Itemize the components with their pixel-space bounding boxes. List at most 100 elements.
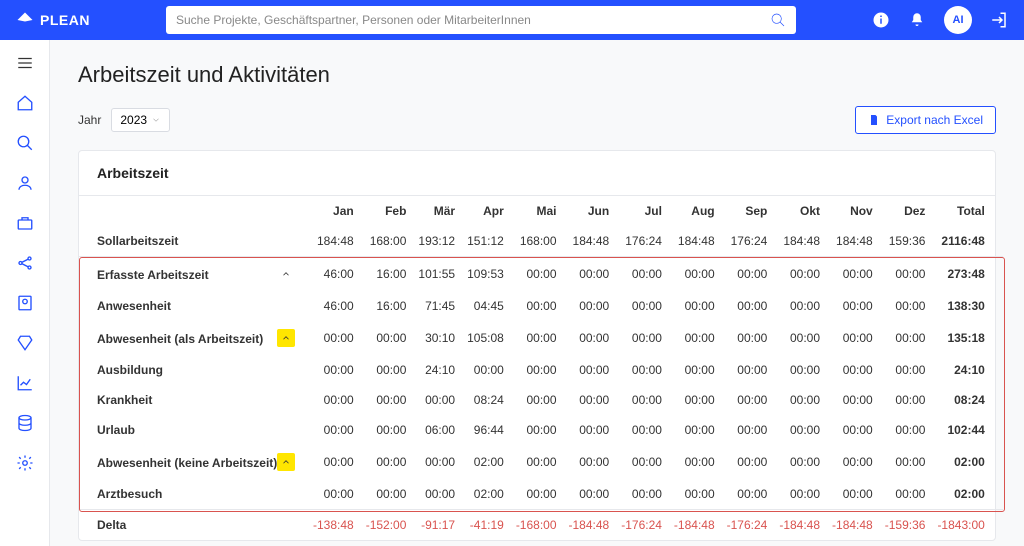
cell: 00:00 <box>563 415 616 445</box>
brand-text: PLEAN <box>40 12 90 28</box>
cell: 00:00 <box>721 257 774 292</box>
cell: 105:08 <box>461 321 510 355</box>
search-input[interactable] <box>176 13 770 27</box>
info-icon[interactable] <box>872 11 890 29</box>
month-header: Sep <box>721 196 774 226</box>
wing-icon <box>16 11 34 29</box>
row-label: Anwesenheit <box>79 291 307 321</box>
row-label: Arztbesuch <box>79 479 307 510</box>
cell: -41:19 <box>461 510 510 541</box>
cell: 00:00 <box>615 415 668 445</box>
cell: 00:00 <box>510 291 563 321</box>
cell: 00:00 <box>510 445 563 479</box>
cell: 71:45 <box>412 291 461 321</box>
cell: 193:12 <box>412 226 461 257</box>
person-icon[interactable] <box>16 174 34 192</box>
cell: 00:00 <box>879 321 932 355</box>
chevron-up-icon[interactable] <box>277 453 295 471</box>
cell: 02:00 <box>461 445 510 479</box>
cell: 00:00 <box>721 445 774 479</box>
year-value: 2023 <box>120 113 147 127</box>
cell: 00:00 <box>563 445 616 479</box>
cell: 00:00 <box>879 355 932 385</box>
hamburger-icon[interactable] <box>16 54 34 72</box>
cell: 00:00 <box>773 415 826 445</box>
worktime-table: JanFebMärAprMaiJunJulAugSepOktNovDezTota… <box>79 196 1003 540</box>
year-select[interactable]: 2023 <box>111 108 170 132</box>
cell: -91:17 <box>412 510 461 541</box>
brand-logo[interactable]: PLEAN <box>16 11 90 29</box>
row-label: Ausbildung <box>79 355 307 385</box>
cell: 02:00 <box>931 445 1002 479</box>
cell: 00:00 <box>412 385 461 415</box>
cell: 168:00 <box>360 226 413 257</box>
search-icon <box>770 12 786 28</box>
global-search[interactable] <box>166 6 796 34</box>
cell: 00:00 <box>721 291 774 321</box>
contact-icon[interactable] <box>16 294 34 312</box>
row-label: Erfasste Arbeitszeit <box>79 257 307 292</box>
cell: 00:00 <box>360 321 413 355</box>
month-header: Aug <box>668 196 721 226</box>
month-header: Jan <box>307 196 360 226</box>
month-header: Total <box>931 196 1002 226</box>
cell: 273:48 <box>931 257 1002 292</box>
share-icon[interactable] <box>16 254 34 272</box>
gear-icon[interactable] <box>16 454 34 472</box>
logout-icon[interactable] <box>990 11 1008 29</box>
cell: 00:00 <box>668 479 721 510</box>
month-header: Nov <box>826 196 879 226</box>
cell: 00:00 <box>826 415 879 445</box>
month-header: Mai <box>510 196 563 226</box>
cell: 00:00 <box>360 479 413 510</box>
row-label: Abwesenheit (keine Arbeitszeit) <box>79 445 307 479</box>
cell: 176:24 <box>615 226 668 257</box>
user-avatar[interactable]: AI <box>944 6 972 34</box>
diamond-icon[interactable] <box>16 334 34 352</box>
cell: 00:00 <box>826 291 879 321</box>
cell: 184:48 <box>826 226 879 257</box>
table-row: Krankheit00:0000:0000:0008:2400:0000:000… <box>79 385 1003 415</box>
cell: 00:00 <box>879 415 932 445</box>
cell: 00:00 <box>615 257 668 292</box>
cell: 00:00 <box>510 385 563 415</box>
cell: 00:00 <box>773 291 826 321</box>
table-row: Abwesenheit (keine Arbeitszeit)00:0000:0… <box>79 445 1003 479</box>
cell: 16:00 <box>360 291 413 321</box>
cell: 00:00 <box>668 355 721 385</box>
cell: 00:00 <box>879 445 932 479</box>
month-header: Jul <box>615 196 668 226</box>
cell: -184:48 <box>826 510 879 541</box>
home-icon[interactable] <box>16 94 34 112</box>
cell: 184:48 <box>563 226 616 257</box>
table-row: Sollarbeitszeit184:48168:00193:12151:121… <box>79 226 1003 257</box>
cell: 00:00 <box>773 321 826 355</box>
month-header: Feb <box>360 196 413 226</box>
bell-icon[interactable] <box>908 11 926 29</box>
cell: 00:00 <box>773 355 826 385</box>
month-header: Mär <box>412 196 461 226</box>
cell: 184:48 <box>773 226 826 257</box>
cell: -184:48 <box>773 510 826 541</box>
cell: 00:00 <box>563 321 616 355</box>
cell: -168:00 <box>510 510 563 541</box>
cell: 00:00 <box>510 257 563 292</box>
cell: 30:10 <box>412 321 461 355</box>
cell: 151:12 <box>461 226 510 257</box>
cell: 00:00 <box>721 479 774 510</box>
cell: 109:53 <box>461 257 510 292</box>
page-title: Arbeitszeit und Aktivitäten <box>78 62 996 88</box>
cell: 176:24 <box>721 226 774 257</box>
export-excel-button[interactable]: Export nach Excel <box>855 106 996 134</box>
cell: 46:00 <box>307 257 360 292</box>
chart-icon[interactable] <box>16 374 34 392</box>
briefcase-icon[interactable] <box>16 214 34 232</box>
cell: 04:45 <box>461 291 510 321</box>
cell: 00:00 <box>826 479 879 510</box>
cell: 00:00 <box>668 445 721 479</box>
database-icon[interactable] <box>16 414 34 432</box>
chevron-up-icon[interactable] <box>277 265 295 283</box>
cell: 168:00 <box>510 226 563 257</box>
search-icon[interactable] <box>16 134 34 152</box>
chevron-up-icon[interactable] <box>277 329 295 347</box>
